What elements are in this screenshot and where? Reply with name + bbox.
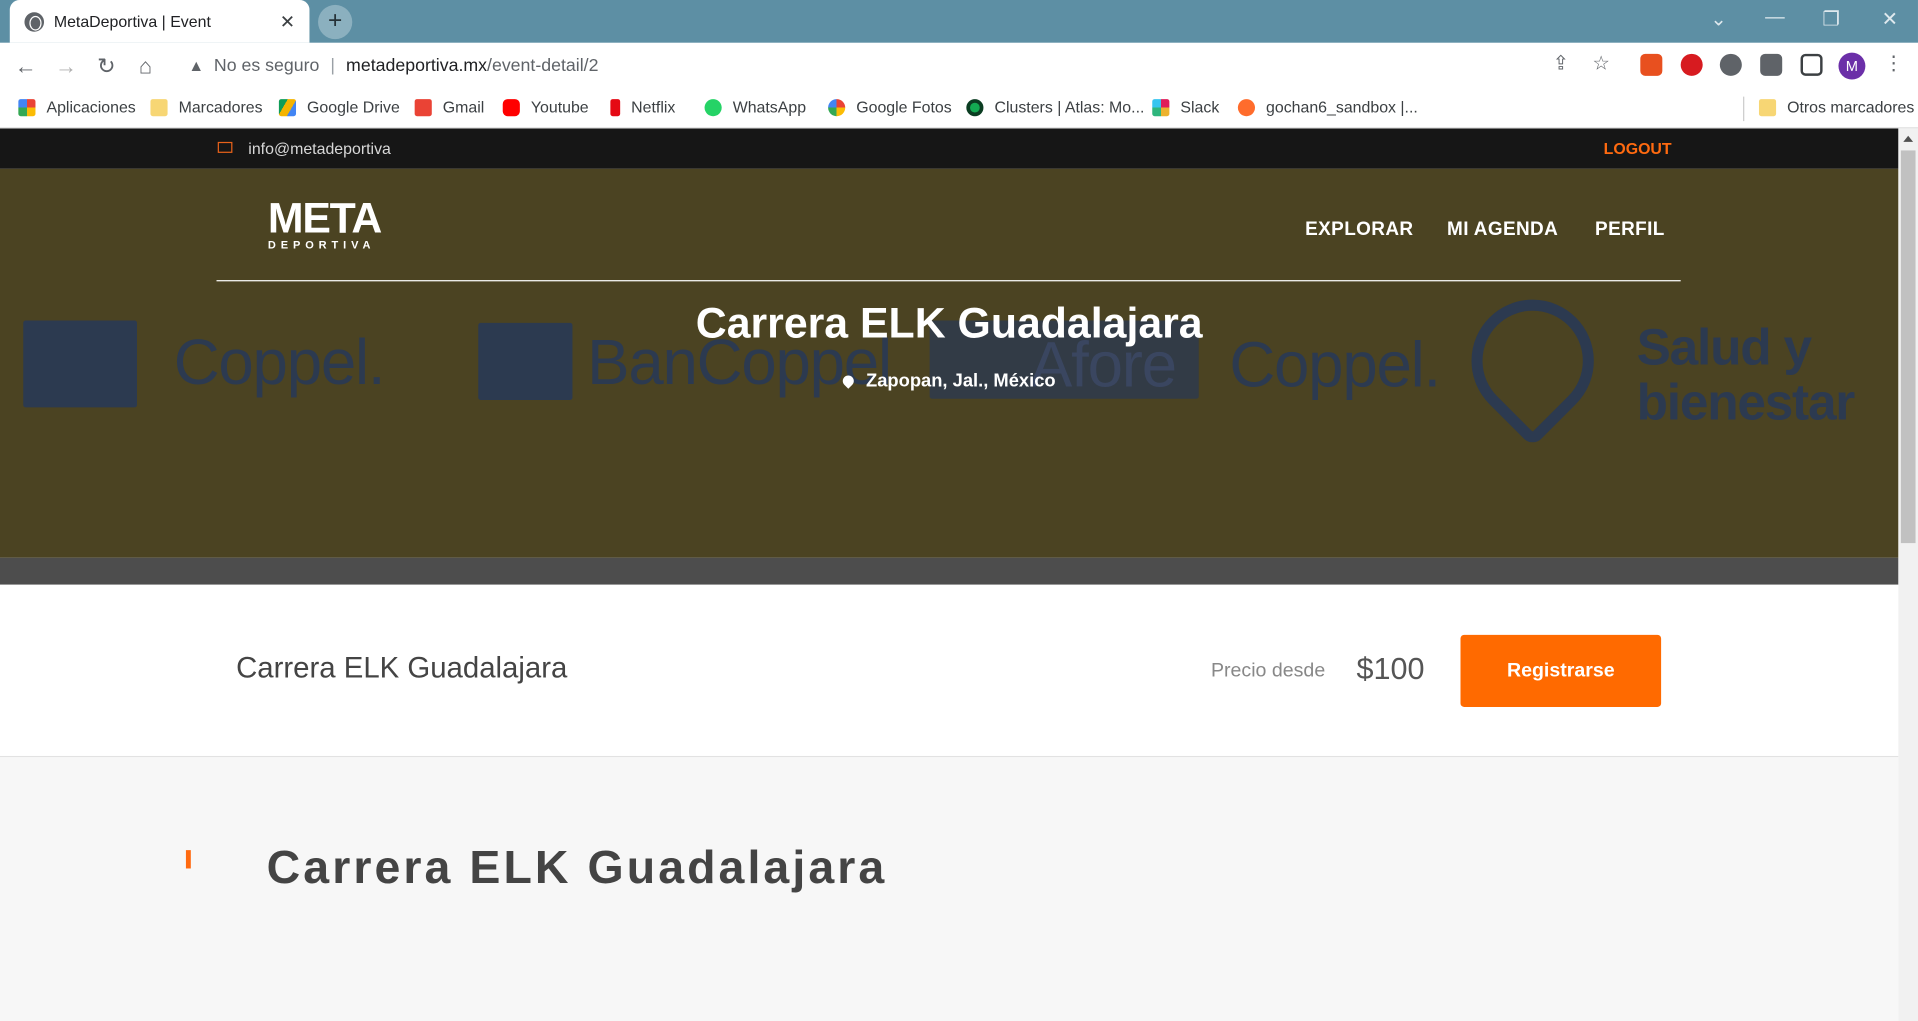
bookmarks-divider [1743, 96, 1745, 122]
extension-tempmail-icon[interactable] [1640, 53, 1663, 76]
web-page: info@metadeportiva LOGOUT Coppel. BanCop… [0, 128, 1899, 1021]
folder-icon [150, 98, 168, 116]
header-divider [216, 280, 1681, 282]
logo-main: META [267, 194, 382, 243]
bookmark-label: Google Fotos [856, 97, 952, 117]
price-value: $100 [1356, 651, 1425, 687]
folder-icon [1758, 98, 1777, 116]
tab-search-icon[interactable]: ⌄ [1700, 7, 1737, 31]
logout-link[interactable]: LOGOUT [1604, 139, 1672, 157]
contact-topbar: info@metadeportiva LOGOUT [0, 128, 1899, 169]
map-pin-icon [840, 373, 857, 389]
bookmark-label: Otros marcadores [1787, 97, 1915, 117]
warning-icon: ▲ [188, 56, 205, 75]
reload-icon[interactable]: ↻ [93, 53, 120, 80]
slack-icon [1152, 98, 1170, 116]
restore-icon[interactable]: ❐ [1813, 7, 1850, 31]
bookmark-item[interactable]: Otros marcadores [1758, 97, 1915, 117]
extensions-puzzle-icon[interactable] [1760, 53, 1783, 76]
nav-mi-agenda[interactable]: MI AGENDA [1447, 219, 1558, 241]
google-photos-icon [828, 98, 846, 116]
profile-avatar[interactable]: M [1838, 52, 1866, 80]
bookmark-item[interactable]: Aplicaciones [18, 97, 136, 117]
youtube-icon [502, 98, 520, 116]
bookmark-item[interactable]: Google Fotos [828, 98, 952, 116]
share-icon[interactable]: ⇪ [1547, 51, 1574, 75]
bookmark-label: Aplicaciones [46, 97, 136, 117]
event-hero: Coppel. BanCoppel Afore Coppel. Salud y … [0, 168, 1899, 558]
home-icon[interactable]: ⌂ [132, 53, 159, 80]
netflix-icon [610, 98, 621, 116]
bookmark-item[interactable]: Marcadores [150, 97, 263, 117]
scrollbar-thumb[interactable] [1900, 150, 1916, 544]
bookmark-label: Marcadores [178, 97, 263, 117]
bookmark-label: Youtube [530, 97, 589, 117]
separator: | [330, 55, 336, 76]
gmail-icon [414, 98, 432, 116]
bookmark-item[interactable]: Clusters | Atlas: Mo... [966, 98, 1144, 116]
scroll-up-arrow-icon[interactable] [1903, 135, 1914, 142]
tab-strip: MetaDeportiva | Event ✕ + ⌄ — ❐ ✕ [0, 0, 1918, 43]
tab-title: MetaDeportiva | Event [53, 12, 211, 31]
nav-perfil[interactable]: PERFIL [1595, 219, 1665, 241]
content-heading: Carrera ELK Guadalajara [266, 842, 888, 895]
apps-grid-icon [18, 98, 36, 116]
bookmark-label: Gmail [442, 97, 485, 117]
hero-title: Carrera ELK Guadalajara [695, 299, 1203, 348]
address-bar[interactable]: ▲ No es seguro | metadeportiva.mx/event-… [173, 46, 1627, 85]
price-bar: Carrera ELK Guadalajara Precio desde $10… [0, 584, 1899, 758]
extension-adblock-icon[interactable] [1680, 53, 1703, 76]
bookmark-label: Netflix [631, 97, 676, 117]
extension-gear-icon[interactable] [1719, 53, 1742, 76]
menu-kebab-icon[interactable]: ⋮ [1880, 51, 1907, 75]
back-arrow-icon[interactable]: ← [12, 53, 39, 80]
register-button[interactable]: Registrarse [1460, 634, 1662, 708]
page-scrollbar[interactable] [1898, 128, 1918, 1021]
bookmark-label: WhatsApp [732, 97, 807, 117]
cpanel-icon [1237, 98, 1256, 116]
hero-location: Zapopan, Jal., México [0, 370, 1898, 392]
bookmark-item[interactable]: Gmail [414, 97, 485, 117]
nav-explorar[interactable]: EXPLORAR [1305, 219, 1413, 241]
hero-bottom-band [0, 557, 1899, 585]
mongodb-icon [966, 98, 984, 116]
envelope-icon [217, 141, 233, 153]
globe-icon [24, 11, 45, 32]
event-content: Carrera ELK Guadalajara [0, 757, 1899, 1021]
bookmark-item[interactable]: Netflix [610, 98, 675, 116]
minimize-icon[interactable]: — [1757, 7, 1794, 29]
location-text: Zapopan, Jal., México [865, 370, 1056, 392]
bookmark-item[interactable]: Youtube [502, 97, 589, 117]
bookmark-item[interactable]: Slack [1152, 98, 1219, 116]
side-panel-icon[interactable] [1800, 53, 1823, 76]
bookmark-label: Google Drive [307, 97, 400, 117]
url-host: metadeportiva.mx [346, 55, 488, 76]
url-path: /event-detail/2 [487, 55, 599, 76]
window-close-icon[interactable]: ✕ [1871, 7, 1908, 31]
browser-toolbar: ← → ↻ ⌂ ▲ No es seguro | metadeportiva.m… [0, 42, 1918, 89]
bookmark-star-icon[interactable]: ☆ [1588, 51, 1615, 75]
forward-arrow-icon[interactable]: → [53, 53, 80, 80]
contact-email[interactable]: info@metadeportiva [248, 139, 391, 157]
close-tab-icon[interactable]: ✕ [273, 10, 302, 33]
bookmark-item[interactable]: Google Drive [278, 97, 400, 117]
site-logo[interactable]: META DEPORTIVA [267, 194, 382, 251]
bookmark-label: Clusters | Atlas: Mo... [994, 97, 1145, 117]
bookmarks-bar: Aplicaciones Marcadores Google Drive Gma… [0, 88, 1918, 129]
bookmark-item[interactable]: gochan6_sandbox |... [1237, 97, 1418, 117]
browser-tab[interactable]: MetaDeportiva | Event ✕ [9, 0, 310, 43]
bookmark-label: gochan6_sandbox |... [1266, 97, 1418, 117]
whatsapp-icon [704, 98, 722, 116]
price-label: Precio desde [1210, 660, 1326, 682]
bookmark-label: Slack [1180, 97, 1220, 117]
bookmark-item[interactable]: WhatsApp [704, 97, 807, 117]
google-drive-icon [278, 98, 297, 116]
logo-sub: DEPORTIVA [267, 238, 376, 251]
event-name: Carrera ELK Guadalajara [236, 651, 568, 685]
heading-accent [185, 850, 191, 869]
security-label: No es seguro [213, 55, 320, 76]
new-tab-button[interactable]: + [318, 4, 353, 40]
